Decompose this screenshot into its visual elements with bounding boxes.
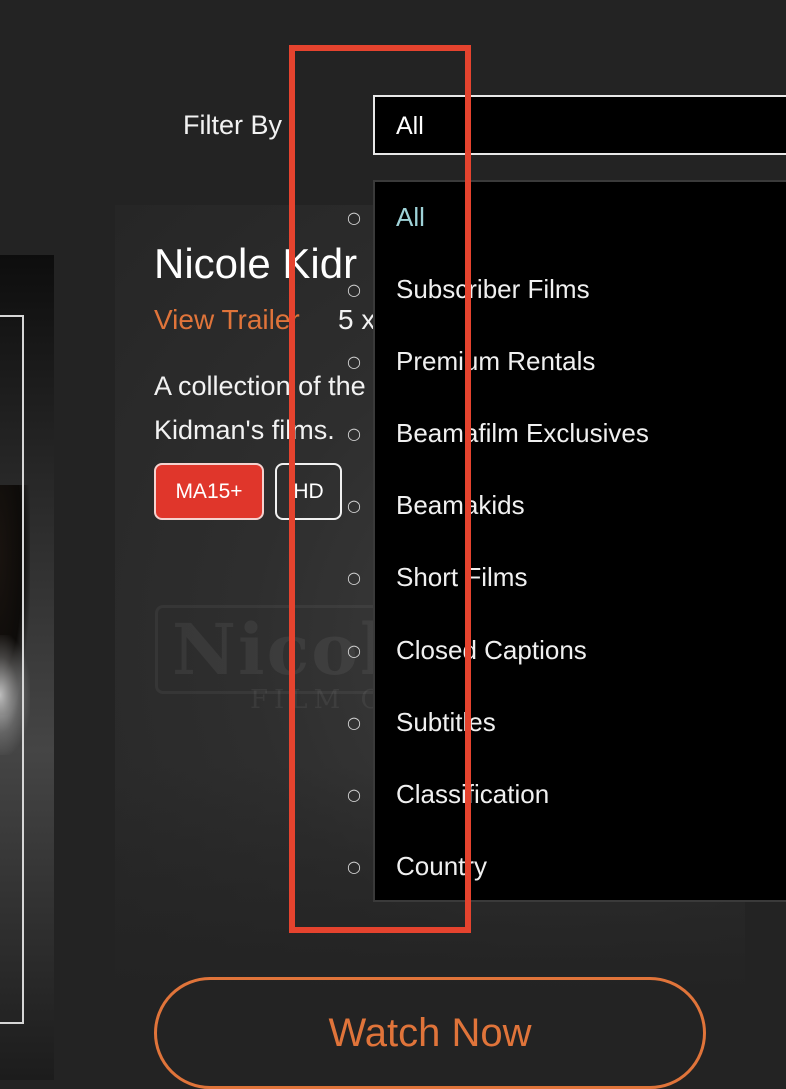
rating-badge: MA15+	[154, 463, 264, 520]
highlight-annotation-box	[289, 45, 471, 933]
watch-now-button[interactable]: Watch Now	[154, 977, 706, 1089]
view-trailer-link[interactable]: View Trailer	[154, 304, 300, 336]
poster-frame	[0, 315, 24, 1024]
filter-by-label: Filter By	[183, 110, 283, 140]
left-poster-image[interactable]	[0, 255, 54, 1080]
